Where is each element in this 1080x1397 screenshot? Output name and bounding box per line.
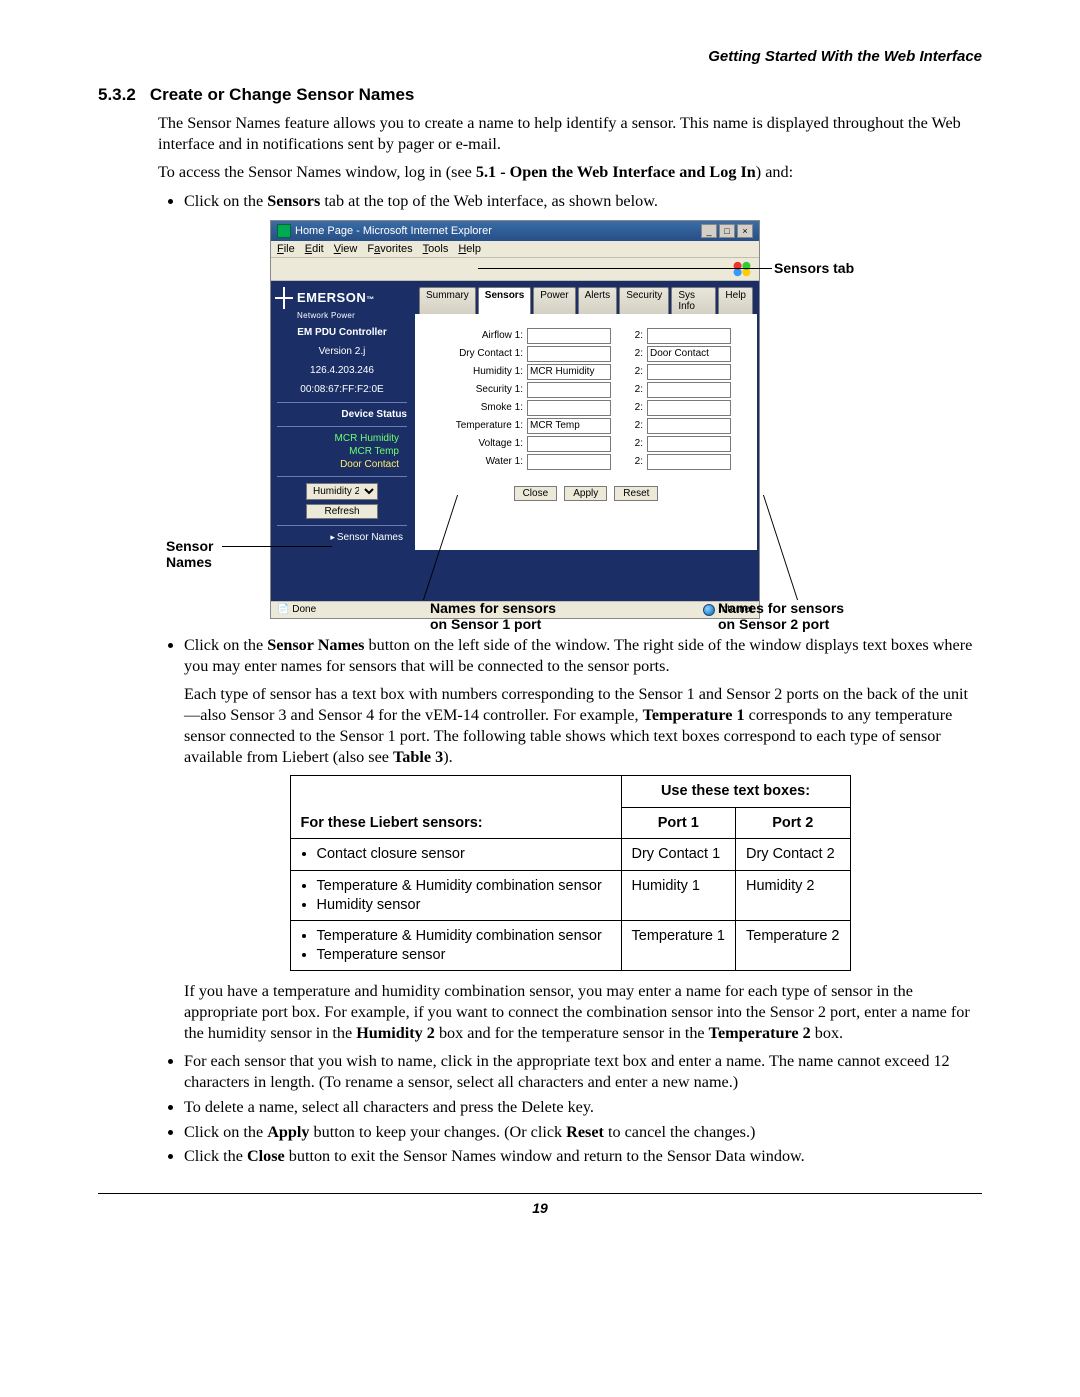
running-header: Getting Started With the Web Interface [98, 48, 982, 65]
table-header-port2: Port 2 [736, 807, 851, 839]
tab-help[interactable]: Help [718, 287, 753, 314]
callout-sensor-names: Sensor Names [166, 538, 213, 570]
humidity-2-input[interactable] [647, 364, 731, 380]
menu-file[interactable]: File [277, 243, 295, 255]
internet-zone-icon [703, 604, 715, 616]
tab-row: Summary Sensors Power Alerts Security Sy… [413, 281, 759, 314]
water-1-input[interactable] [527, 454, 611, 470]
device-door-contact[interactable]: Door Contact [275, 459, 399, 470]
tab-sysinfo[interactable]: Sys Info [671, 287, 716, 314]
screenshot-figure: Sensors tab Sensor Names Home Page - Mic… [170, 220, 910, 619]
section-title: Create or Change Sensor Names [150, 85, 415, 104]
bullet-apply-reset: Click on the Apply button to keep your c… [184, 1122, 982, 1143]
ie-toolbar [271, 258, 759, 281]
page-number: 19 [98, 1200, 982, 1216]
controller-mac: 00:08:67:FF:F2:0E [275, 383, 409, 396]
bullet-close: Click the Close button to exit the Senso… [184, 1146, 982, 1167]
brand-subtitle: Network Power [297, 311, 409, 320]
airflow-2-input[interactable] [647, 328, 731, 344]
footer-rule [98, 1193, 982, 1194]
tab-power[interactable]: Power [533, 287, 575, 314]
water-2-input[interactable] [647, 454, 731, 470]
tab-summary[interactable]: Summary [419, 287, 476, 314]
ie-app-icon [277, 224, 291, 238]
menu-bar: File Edit View Favorites Tools Help [271, 241, 759, 258]
drycontact-2-input[interactable] [647, 346, 731, 362]
close-button[interactable]: Close [514, 486, 558, 501]
menu-help[interactable]: Help [458, 243, 481, 255]
controller-name: EM PDU Controller [275, 326, 409, 339]
airflow-1-input[interactable] [527, 328, 611, 344]
section-heading: 5.3.2 Create or Change Sensor Names [98, 85, 982, 105]
caption-port1: Names for sensorson Sensor 1 port [430, 600, 556, 632]
controller-version: Version 2.j [275, 345, 409, 358]
menu-favorites[interactable]: Favorites [367, 243, 412, 255]
device-mcr-temp[interactable]: MCR Temp [275, 446, 399, 457]
callout-sensors-tab: Sensors tab [774, 260, 854, 276]
sensor-port-table: For these Liebert sensors: Use these tex… [290, 775, 851, 971]
emerson-logo-icon [275, 287, 293, 309]
tab-sensors[interactable]: Sensors [478, 287, 531, 314]
tab-alerts[interactable]: Alerts [578, 287, 618, 314]
table-header-group: Use these text boxes: [621, 776, 850, 808]
table-row: Contact closure sensor Dry Contact 1 Dry… [290, 839, 850, 871]
voltage-2-input[interactable] [647, 436, 731, 452]
bullet-click-sensor-names: Click on the Sensor Names button on the … [184, 635, 982, 676]
window-close-icon[interactable]: × [737, 224, 753, 238]
status-left: 📄 Done [277, 604, 316, 616]
security-2-input[interactable] [647, 382, 731, 398]
temperature-2-input[interactable] [647, 418, 731, 434]
sensor-port2-column: 2: 2: 2: 2: 2: 2: 2: 2: [629, 326, 731, 472]
voltage-1-input[interactable] [527, 436, 611, 452]
table-header-port1: Port 1 [621, 807, 736, 839]
paragraph-combo-example: If you have a temperature and humidity c… [184, 981, 982, 1043]
caption-port2: Names for sensorson Sensor 2 port [718, 600, 844, 632]
bullet-click-sensors-tab: Click on the Sensors tab at the top of t… [184, 191, 982, 212]
tab-security[interactable]: Security [619, 287, 669, 314]
drycontact-1-input[interactable] [527, 346, 611, 362]
reset-button[interactable]: Reset [614, 486, 658, 501]
sensor-select[interactable]: Humidity 2 [306, 483, 378, 500]
refresh-button[interactable]: Refresh [306, 504, 378, 519]
bullet-delete-name: To delete a name, select all characters … [184, 1097, 982, 1118]
menu-tools[interactable]: Tools [423, 243, 449, 255]
bullet-enter-name: For each sensor that you wish to name, c… [184, 1051, 982, 1092]
device-status-list: MCR Humidity MCR Temp Door Contact [275, 433, 409, 470]
smoke-1-input[interactable] [527, 400, 611, 416]
windows-flag-icon [731, 261, 753, 277]
smoke-2-input[interactable] [647, 400, 731, 416]
window-minimize-icon[interactable]: _ [701, 224, 717, 238]
device-mcr-humidity[interactable]: MCR Humidity [275, 433, 399, 444]
access-paragraph: To access the Sensor Names window, log i… [158, 162, 982, 183]
temperature-1-input[interactable] [527, 418, 611, 434]
window-title: Home Page - Microsoft Internet Explorer [295, 225, 492, 237]
security-1-input[interactable] [527, 382, 611, 398]
table-row: Temperature & Humidity combination senso… [290, 921, 850, 971]
table-row: Temperature & Humidity combination senso… [290, 870, 850, 920]
menu-view[interactable]: View [334, 243, 358, 255]
intro-paragraph: The Sensor Names feature allows you to c… [158, 113, 982, 154]
apply-button[interactable]: Apply [564, 486, 607, 501]
table-header-sensors: For these Liebert sensors: [290, 776, 621, 839]
window-maximize-icon[interactable]: □ [719, 224, 735, 238]
menu-edit[interactable]: Edit [305, 243, 324, 255]
controller-ip: 126.4.203.246 [275, 364, 409, 377]
section-number: 5.3.2 [98, 85, 136, 105]
paragraph-sensor-types: Each type of sensor has a text box with … [184, 684, 982, 767]
sidebar: EMERSON™ Network Power EM PDU Controller… [271, 281, 413, 601]
window-titlebar: Home Page - Microsoft Internet Explorer … [271, 221, 759, 241]
sensor-port1-column: Airflow 1: Dry Contact 1: Humidity 1: Se… [441, 326, 611, 472]
brand-name: EMERSON™ [297, 290, 375, 305]
device-status-heading: Device Status [277, 409, 407, 420]
ie-window: Home Page - Microsoft Internet Explorer … [270, 220, 760, 619]
sensor-names-link[interactable]: Sensor Names [275, 532, 409, 543]
humidity-1-input[interactable] [527, 364, 611, 380]
